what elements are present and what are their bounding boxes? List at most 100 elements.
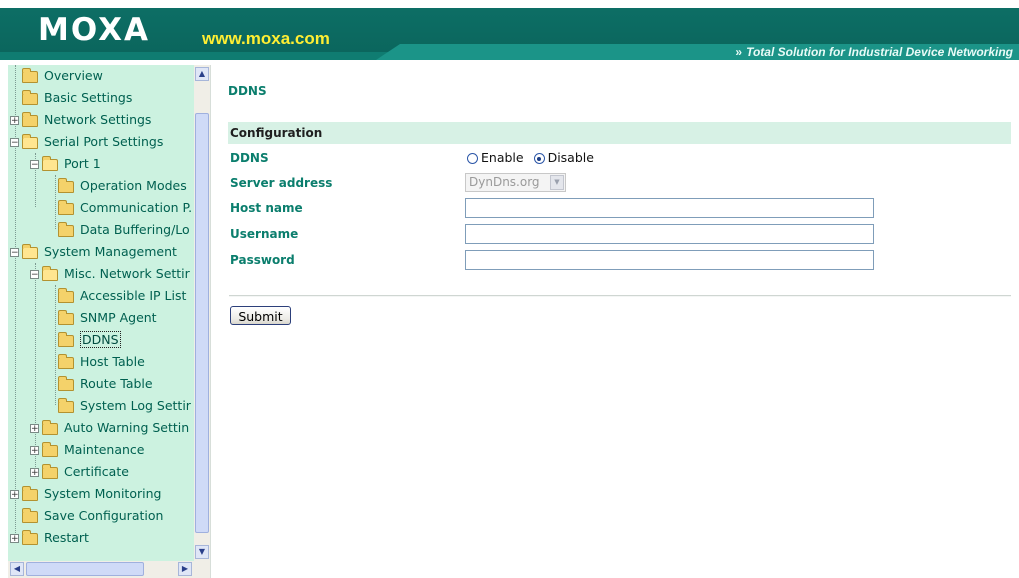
chevron-down-icon[interactable]: ▼ — [550, 175, 564, 190]
sidebar-item-label: Auto Warning Settin — [64, 420, 190, 435]
sidebar-item-label: Port 1 — [64, 156, 101, 171]
navigation-tree: Overview Basic Settings + Network Setting… — [8, 65, 194, 561]
navigation-sidebar: Overview Basic Settings + Network Setting… — [8, 65, 211, 578]
server-address-label: Server address — [230, 176, 333, 190]
expand-icon[interactable]: + — [10, 534, 19, 544]
collapse-icon[interactable]: − — [10, 138, 19, 148]
sidebar-item-snmp-agent[interactable]: SNMP Agent — [58, 307, 157, 329]
sidebar-item-route-table[interactable]: Route Table — [58, 373, 153, 395]
sidebar-item-operation-modes[interactable]: Operation Modes — [58, 175, 187, 197]
ddns-enable-label: Enable — [481, 150, 524, 165]
sidebar-item-system-management[interactable]: − System Management — [10, 241, 177, 263]
scrollbar-thumb[interactable] — [26, 562, 144, 576]
ddns-radio-group: Enable Disable — [467, 150, 594, 165]
sidebar-item-label: Certificate — [64, 464, 129, 479]
password-input[interactable] — [465, 250, 874, 270]
ddns-disable-label: Disable — [547, 150, 594, 165]
username-input[interactable] — [465, 224, 874, 244]
page-title: DDNS — [228, 84, 267, 98]
scroll-left-icon[interactable]: ◀ — [10, 562, 24, 576]
sidebar-item-label: Maintenance — [64, 442, 145, 457]
sidebar-item-label: SNMP Agent — [80, 310, 157, 325]
expand-icon[interactable]: + — [30, 468, 39, 478]
sidebar-item-maintenance[interactable]: + Maintenance — [30, 439, 145, 461]
sidebar-item-overview[interactable]: Overview — [22, 65, 103, 87]
sidebar-item-label: Operation Modes — [80, 178, 187, 193]
expand-icon[interactable]: + — [30, 424, 39, 434]
moxa-url: www.moxa.com — [202, 29, 330, 48]
header-tagline: » Total Solution for Industrial Device Ne… — [735, 45, 1013, 59]
sidebar-item-ddns[interactable]: DDNS — [58, 329, 121, 351]
sidebar-item-label: Restart — [44, 530, 89, 545]
expand-icon[interactable]: + — [30, 446, 39, 456]
sidebar-item-misc-network-settings[interactable]: − Misc. Network Settir — [30, 263, 190, 285]
folder-icon — [42, 463, 58, 479]
sidebar-item-label: Accessible IP List — [80, 288, 187, 303]
sidebar-horizontal-scrollbar[interactable]: ◀ ▶ — [8, 561, 210, 578]
folder-open-icon — [42, 155, 58, 171]
section-title: Configuration — [230, 126, 323, 140]
folder-icon — [42, 441, 58, 457]
folder-icon — [58, 353, 74, 369]
sidebar-item-label: Network Settings — [44, 112, 152, 127]
double-chevron-right-icon: » — [735, 45, 743, 59]
sidebar-item-label: DDNS — [80, 331, 121, 348]
sidebar-vertical-scrollbar[interactable]: ▲ ▼ — [194, 65, 210, 561]
folder-icon — [58, 375, 74, 391]
folder-icon — [22, 507, 38, 523]
scroll-up-icon[interactable]: ▲ — [195, 67, 209, 81]
ddns-disable-option[interactable]: Disable — [533, 150, 594, 165]
folder-icon — [42, 419, 58, 435]
sidebar-item-label: Overview — [44, 68, 103, 83]
folder-icon — [58, 177, 74, 193]
submit-button[interactable]: Submit — [230, 306, 291, 325]
sidebar-item-data-buffering[interactable]: Data Buffering/Lo — [58, 219, 190, 241]
sidebar-item-save-configuration[interactable]: Save Configuration — [22, 505, 163, 527]
sidebar-item-restart[interactable]: + Restart — [10, 527, 89, 549]
scroll-down-icon[interactable]: ▼ — [195, 545, 209, 559]
sidebar-item-communication-parameters[interactable]: Communication P. — [58, 197, 192, 219]
sidebar-item-network-settings[interactable]: + Network Settings — [10, 109, 151, 131]
expand-icon[interactable]: + — [10, 116, 19, 126]
folder-icon — [58, 221, 74, 237]
collapse-icon[interactable]: − — [30, 270, 39, 280]
host-name-input[interactable] — [465, 198, 874, 218]
tagline-text: Total Solution for Industrial Device Net… — [746, 45, 1013, 59]
sidebar-item-host-table[interactable]: Host Table — [58, 351, 145, 373]
sidebar-item-label: Host Table — [80, 354, 145, 369]
sidebar-item-system-monitoring[interactable]: + System Monitoring — [10, 483, 161, 505]
sidebar-item-label: System Monitoring — [44, 486, 162, 501]
sidebar-item-basic-settings[interactable]: Basic Settings — [22, 87, 132, 109]
collapse-icon[interactable]: − — [10, 248, 19, 258]
tree-connector — [55, 285, 56, 405]
sidebar-item-auto-warning-settings[interactable]: + Auto Warning Settin — [30, 417, 189, 439]
scrollbar-thumb[interactable] — [195, 113, 209, 533]
ddns-label: DDNS — [230, 151, 269, 165]
folder-icon — [22, 89, 38, 105]
sidebar-item-serial-port-settings[interactable]: − Serial Port Settings — [10, 131, 163, 153]
sidebar-item-port-1[interactable]: − Port 1 — [30, 153, 101, 175]
folder-icon — [22, 485, 38, 501]
sidebar-item-system-log-settings[interactable]: System Log Settir — [58, 395, 191, 417]
sidebar-item-label: Data Buffering/Lo — [80, 222, 190, 237]
sidebar-item-accessible-ip-list[interactable]: Accessible IP List — [58, 285, 186, 307]
radio-checked-icon[interactable] — [533, 153, 545, 164]
sidebar-item-label: Save Configuration — [44, 508, 164, 523]
sidebar-item-label: Serial Port Settings — [44, 134, 164, 149]
username-label: Username — [230, 227, 299, 241]
folder-icon — [58, 397, 74, 413]
sidebar-item-certificate[interactable]: + Certificate — [30, 461, 129, 483]
radio-unchecked-icon[interactable] — [467, 153, 478, 164]
scroll-right-icon[interactable]: ▶ — [178, 562, 192, 576]
collapse-icon[interactable]: − — [30, 160, 39, 170]
section-header: Configuration — [228, 122, 1011, 144]
sidebar-item-label: System Management — [44, 244, 177, 259]
folder-icon — [58, 287, 74, 303]
server-address-select[interactable]: DynDns.org ▼ — [465, 173, 566, 192]
divider — [229, 295, 1011, 297]
folder-icon — [22, 529, 38, 545]
folder-icon — [22, 67, 38, 83]
ddns-enable-option[interactable]: Enable — [467, 150, 524, 165]
folder-icon — [22, 111, 38, 127]
expand-icon[interactable]: + — [10, 490, 19, 500]
